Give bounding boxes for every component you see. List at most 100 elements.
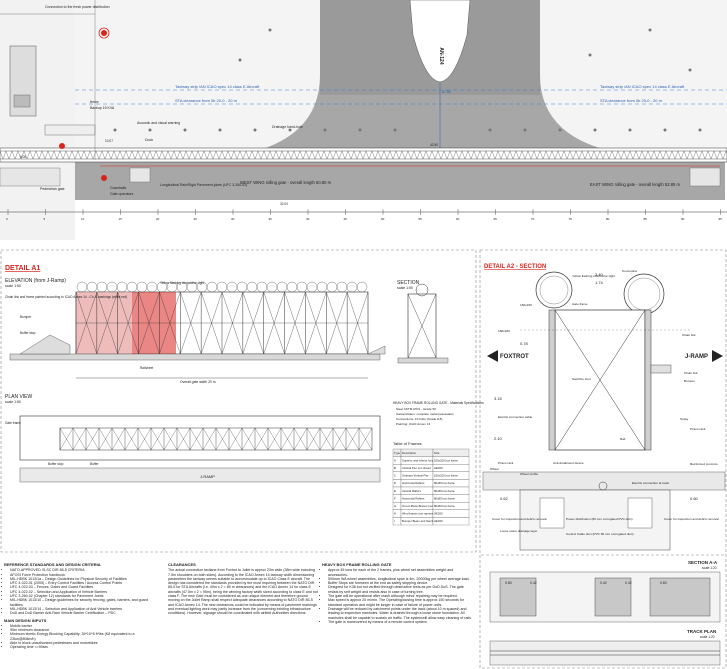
frame-table-cell: HE200: [434, 466, 443, 470]
callout-pedestrian: Pedestrian gate: [40, 187, 65, 191]
dim-10-07: 10.07: [105, 139, 113, 143]
a2-callout-label: Cover for inspection and debris removal: [492, 517, 547, 521]
a2-dim-label: 1.74: [595, 280, 604, 285]
elev-label-railsheet: Railsheet: [140, 366, 153, 370]
ruler-tick-label: 95: [719, 217, 723, 221]
notes-reference: REFERENCE STANDARDS AND DESIGN CRITERIA …: [4, 562, 154, 650]
site-plan: AN-124 Taxiway strip /AN ICAO spec 14 cl…: [0, 0, 727, 240]
input-item: Operating time <=90sec: [10, 645, 154, 649]
detail-a2: DETAIL A2 - SECTION FOXTROT J-RAMP 3.401…: [481, 264, 726, 666]
a2-callout-label: Sacrifice strut: [572, 377, 591, 381]
a2-callout-label: Concertina: [622, 269, 637, 273]
section-aa-scale: scale 1:20: [702, 566, 717, 570]
ruler-tick-label: 80: [606, 217, 610, 221]
dim-42-50: 42.50: [430, 143, 438, 147]
frame-table-cell: 80x80 box frame: [434, 504, 455, 508]
frame-table-title: Table of Frames: [393, 441, 422, 446]
elev-label-bumper: Bumper: [20, 315, 32, 319]
callout-fence: fence: [90, 100, 99, 104]
callout-drainage: Drainage hand-hole: [272, 125, 303, 129]
section-scale: scale 1:50: [397, 286, 413, 290]
a2-callout-label: Control Cable duct (PVC 80 mm corrugated…: [566, 532, 634, 536]
ruler-tick-label: 30: [231, 217, 235, 221]
frame-spec-line: Painting: ICAO Annex 14: [396, 422, 431, 426]
a2-callout-label: Today: [680, 417, 689, 421]
a2-dim-label: 2.10: [494, 436, 503, 441]
dim-47-55: 47.55: [442, 90, 451, 94]
section-aa-dim: 0.42: [625, 581, 632, 585]
ruler-tick-label: 75: [569, 217, 573, 221]
frame-table-cell: D: [394, 481, 396, 485]
frame-table-cell: HE200: [434, 512, 443, 516]
ruler-tick-label: 40: [306, 217, 310, 221]
heavy-title: HEAVY BOX FRAME ROLLING GATE: [322, 562, 392, 567]
ruler-tick-label: 85: [644, 217, 648, 221]
frame-table-cell: 80x80 box frame: [434, 489, 455, 493]
ruler-tick-label: 15: [119, 217, 123, 221]
callout-acoustic: Acoustic and visual warning: [137, 121, 180, 125]
frame-table-cell: 100x100 box frame: [434, 458, 458, 462]
elev-label-buffer-stop: Buffer stop: [20, 331, 36, 335]
callout-fresh-power: Connection to the fresh power distributi…: [45, 5, 110, 9]
track-plan-scale: scale 1:20: [700, 635, 715, 639]
section-aa-dim: 0.83: [660, 581, 667, 585]
callout-backup: Backup 15 KVA: [90, 106, 115, 110]
frame-table-cell: Vertical Pier (mc shear): [402, 466, 431, 470]
frame-table-cell: A: [394, 458, 396, 462]
frame-spec-title: HEAVY BOX FRAME ROLLING GATE - Materials…: [393, 401, 484, 405]
frame-table-cell: 80x80 box frame: [434, 481, 455, 485]
a2-callout-label: Reinforced concrete: [690, 462, 718, 466]
track-plan-title: TRACK PLAN: [687, 629, 716, 634]
gate-label-east: EAST WING rolling gate - overall length …: [590, 182, 681, 187]
section-aa-dim: 0.42: [600, 581, 607, 585]
a2-dim-label: 0.78: [520, 341, 529, 346]
a2-dim-label: 0.62: [500, 496, 509, 501]
a2-callout-label: Loose stone drainage layer: [500, 529, 537, 533]
dim-32-00: 32.00: [280, 202, 288, 206]
frame-table-cell: E: [394, 489, 396, 493]
a2-callout-label: Pinion rack: [498, 461, 514, 465]
frame-spec-line: Steel ASTM A572 - Grade 50: [396, 407, 436, 411]
a2-callout-label: Bumper: [684, 379, 695, 383]
aircraft-label: AN-124: [438, 47, 444, 64]
plan-label-frame: Gate frame: [5, 421, 21, 425]
inputs-title: MAIN DESIGN INPUTS: [4, 617, 47, 623]
elevation-scale: scale 1:50: [5, 284, 21, 288]
callout-dock: Dock: [145, 138, 153, 142]
plan-label-j-ramp: J-RAMP: [200, 474, 215, 479]
ref-title: REFERENCE STANDARDS AND DESIGN CRITERIA: [4, 562, 101, 567]
notes-heavy-gate: HEAVY BOX FRAME ROLLING GATE Approx 45 t…: [322, 562, 474, 624]
a2-callout-label: 150x150: [520, 303, 532, 307]
frame-table-cell: 80x80 box frame: [434, 496, 455, 500]
a2-callout-label: Chain link: [682, 333, 696, 337]
frame-table-cell: Horizontal Rafters: [402, 481, 425, 485]
detail-a1: DETAIL A1 ELEVATION (from J-Ramp) scale …: [5, 265, 484, 526]
taxiway-label-west-1: Taxiway strip /AN ICAO spec 14 class E A…: [175, 84, 260, 89]
a2-callout-label: Chain link: [684, 371, 698, 375]
ruler-tick-label: 90: [681, 217, 685, 221]
a2-callout-label: Electric connection cable: [498, 415, 533, 419]
dim-5-00: 5.00: [20, 155, 26, 159]
a2-callout-label: Anti-derailment device: [553, 461, 584, 465]
clear-title: CLEARANCES: [168, 562, 196, 567]
input-item: Minimum kinetic Energy Blocking Capabili…: [10, 632, 154, 641]
frame-table-cell: B: [394, 466, 396, 470]
a2-callout-label: Yellow flashing obstruction light: [572, 274, 615, 278]
gate-label-west: WEST WING rolling gate - overall length …: [240, 180, 332, 185]
label-foxtrot: FOXTROT: [500, 354, 529, 360]
section-aa-dim: 0.83: [505, 581, 512, 585]
a2-callout-label: Rail: [620, 437, 626, 441]
a2-dim-label: 3.15: [494, 396, 503, 401]
detail-a2-title: DETAIL A2 - SECTION: [484, 264, 546, 270]
inputs-list: Mobile barrier95m minimum clearanceMinim…: [4, 624, 154, 650]
section-aa-title: SECTION A-A: [688, 560, 718, 565]
a2-callout-label: Gate frame: [572, 302, 588, 306]
a2-dim-label: 0.60: [690, 496, 699, 501]
frame-table-cell: H: [394, 512, 396, 516]
a2-callout-label: Cover for inspection and debris removal: [664, 517, 719, 521]
ruler-tick-label: 65: [494, 217, 498, 221]
detail-a1-title: DETAIL A1: [5, 265, 40, 272]
ruler-tick-label: 35: [269, 217, 273, 221]
notes-clearances: CLEARANCES The actual connection taxilan…: [168, 562, 318, 616]
taxiway-label-east-2: STA clearance from 0b 20-0 - 20 m: [600, 98, 663, 103]
